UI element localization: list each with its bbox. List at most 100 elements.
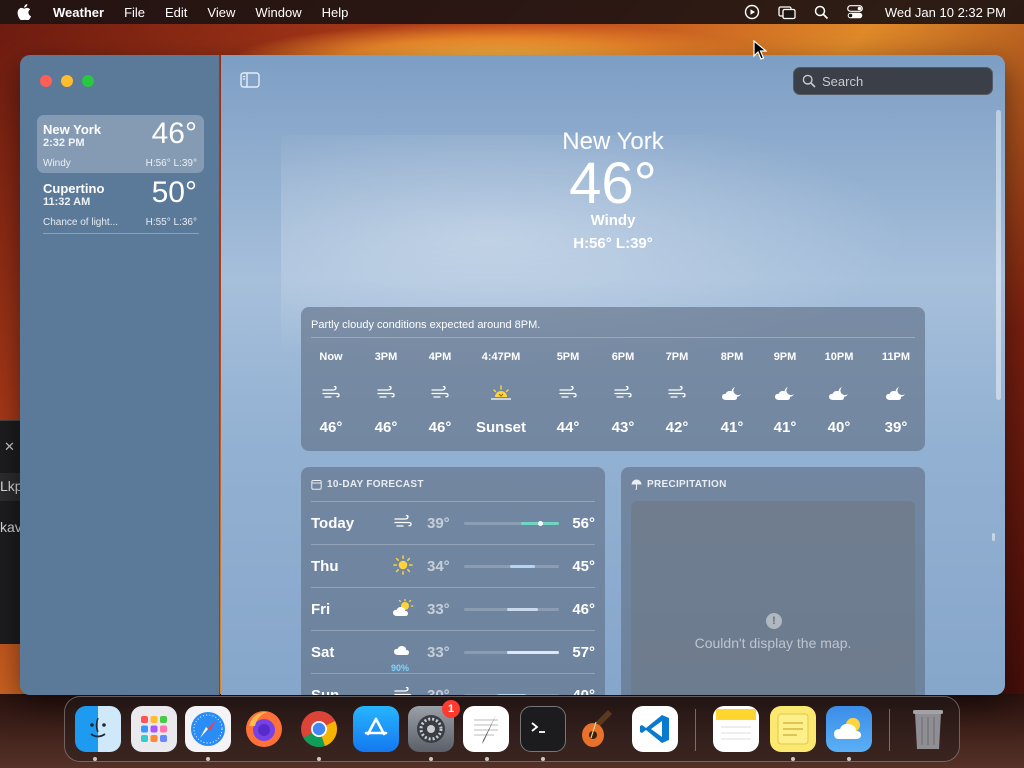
system-settings-icon[interactable]: 1 [408,700,460,752]
sidebar-divider [43,233,199,234]
garageband-icon[interactable] [575,706,621,752]
forecast-row[interactable]: Sun 30° 40° [311,674,595,695]
hour-column: Now 46° [301,351,361,436]
current-temperature: 46° [569,151,657,216]
menu-window[interactable]: Window [255,5,301,20]
umbrella-icon [631,479,642,490]
forecast-high: 40° [572,687,595,695]
hour-label: 3PM [374,351,398,363]
temperature-range-bar [464,651,559,654]
search-icon [802,74,816,88]
close-button[interactable] [40,75,52,87]
forecast-row[interactable]: Fri 33° 46° [311,588,595,631]
play-circle-icon[interactable] [744,4,760,20]
wind-icon [301,373,361,413]
scrollbar[interactable] [996,110,1001,400]
menu-view[interactable]: View [207,5,235,20]
launchpad-icon[interactable] [131,706,177,752]
finder-icon[interactable] [75,706,121,752]
hour-temp: 46° [319,419,343,436]
background-window[interactable]: ✕ Lkp kav [0,420,23,644]
safari-icon[interactable] [185,706,231,752]
hour-temp: 43° [611,419,635,436]
hour-label: 9PM [773,351,797,363]
background-window-text: kav [0,519,22,535]
wind-icon [593,373,653,413]
menu-bar-clock[interactable]: Wed Jan 10 2:32 PM [885,5,1006,20]
precipitation-title: PRECIPITATION [631,479,727,490]
temperature-range-fill [497,694,526,695]
hour-temp: 44° [556,419,580,436]
dock-separator [889,709,890,751]
forecast-row[interactable]: Today 39° 56° [311,502,595,545]
terminal-icon[interactable] [520,706,566,752]
forecast-high: 45° [572,558,595,575]
city-time: 11:32 AM [43,196,91,208]
card-divider [311,337,915,338]
vscode-icon[interactable] [632,706,678,752]
firefox-icon[interactable] [241,706,287,752]
forecast-high: 46° [572,601,595,618]
wind-icon [356,373,416,413]
screen-mirroring-icon[interactable] [778,4,796,20]
sun-icon [391,553,415,577]
search-field[interactable]: Search [793,67,993,95]
hourly-list[interactable]: Now 46° 3PM 46° 4PM 46° 4:47PM Sunset 5PM 44° 6PM 4… [301,351,925,447]
running-indicator [541,757,545,761]
menu-help[interactable]: Help [322,5,349,20]
minimize-button[interactable] [61,75,73,87]
sidebar-toggle-icon[interactable] [240,72,260,88]
precipitation-map[interactable]: ! Couldn't display the map. [631,501,915,695]
forecast-row[interactable]: Thu 34° 45° [311,545,595,588]
sidebar: New York 2:32 PM 46° Windy H:56° L:39° C… [20,55,220,695]
stickies-icon[interactable] [770,706,816,752]
city-time: 2:32 PM [43,137,85,149]
hour-temp: 39° [884,419,908,436]
forecast-title: 10-DAY FORECAST [311,479,424,490]
search-placeholder: Search [822,73,864,89]
hour-temp: 46° [374,419,398,436]
hour-label: 7PM [665,351,689,363]
forecast-low: 30° [427,687,450,695]
app-store-icon[interactable] [353,706,399,752]
cloud-moon-icon [866,373,926,413]
spotlight-search-icon[interactable] [814,5,829,20]
city-card-cupertino[interactable]: Cupertino 11:32 AM 50° Chance of light..… [37,174,204,232]
menu-file[interactable]: File [124,5,145,20]
wind-icon [391,510,415,534]
city-name: Cupertino [43,181,105,196]
wind-icon [391,682,415,695]
notes-icon[interactable] [713,706,759,752]
hour-label: Now [319,351,343,363]
weather-icon[interactable] [826,706,872,752]
cloud-moon-icon [755,373,815,413]
hour-label: 4PM [428,351,452,363]
hour-column: 5PM 44° [538,351,598,436]
trash-icon[interactable] [905,706,951,752]
apple-menu-icon[interactable] [17,0,35,24]
hour-temp: 42° [665,419,689,436]
zoom-button[interactable] [82,75,94,87]
hour-column: 10PM 40° [809,351,869,436]
menu-edit[interactable]: Edit [165,5,187,20]
sun-cloud-icon [391,596,415,620]
app-menu[interactable]: Weather [53,5,104,20]
forecast-day: Thu [311,558,339,575]
textedit-icon[interactable] [463,706,509,752]
hour-label: 6PM [611,351,635,363]
forecast-high: 56° [572,515,595,532]
ten-day-forecast-card: 10-DAY FORECAST Today 39° 56° Thu 34° 45° Fri 3… [301,467,605,695]
city-condition: Windy [43,158,71,169]
city-name: New York [43,122,102,137]
dock: 1 [64,696,960,762]
city-card-new-york[interactable]: New York 2:32 PM 46° Windy H:56° L:39° [37,115,204,173]
running-indicator [791,757,795,761]
forecast-row[interactable]: Sat 90% 33° 57° [311,631,595,674]
hour-label: 10PM [824,351,854,363]
background-window-close[interactable]: ✕ [4,439,15,455]
control-center-icon[interactable] [846,5,863,19]
forecast-day: Sat [311,644,335,661]
chrome-icon[interactable] [296,706,342,752]
running-indicator [847,757,851,761]
dock-separator [695,709,696,751]
